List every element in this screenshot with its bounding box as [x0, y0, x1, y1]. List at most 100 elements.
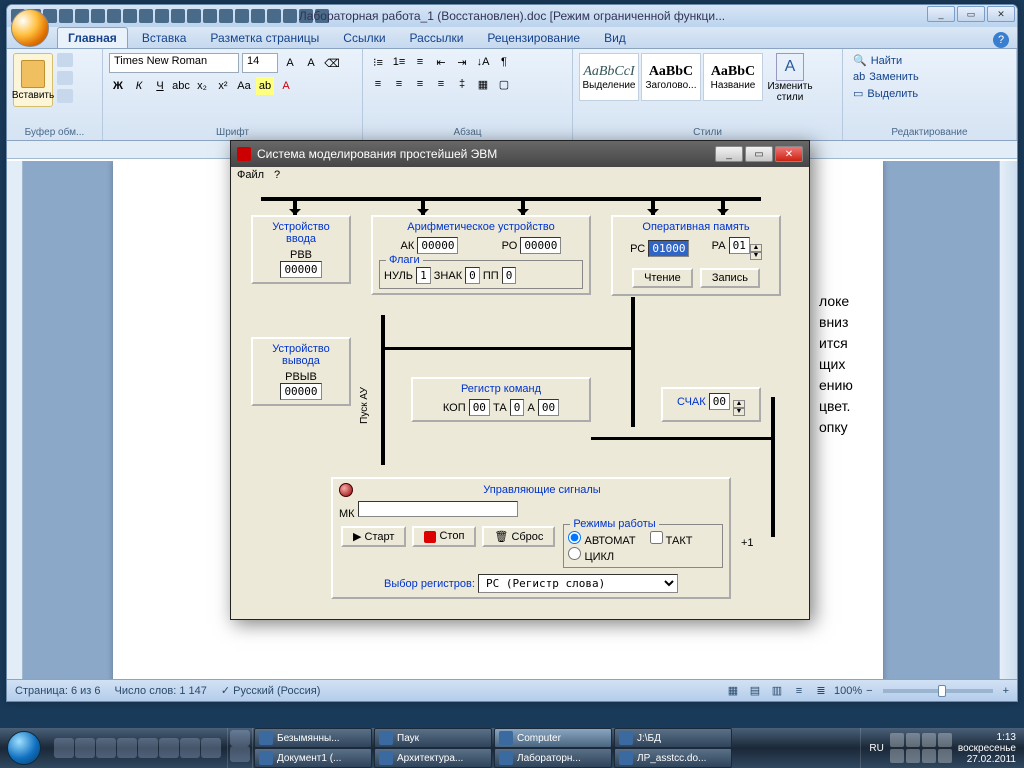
menu-file[interactable]: Файл [237, 169, 264, 185]
tray-volume-icon[interactable] [938, 749, 952, 763]
ta-register[interactable]: 0 [510, 399, 525, 416]
qat-icon[interactable] [107, 9, 121, 23]
vertical-ruler[interactable] [7, 161, 23, 679]
tab-references[interactable]: Ссылки [333, 28, 395, 48]
ro-register[interactable]: 00000 [520, 237, 561, 254]
qat-icon[interactable] [155, 9, 169, 23]
ql-icon[interactable] [201, 738, 221, 758]
replace-button[interactable]: abЗаменить [849, 70, 1010, 84]
qat-icon[interactable] [75, 9, 89, 23]
tab-layout[interactable]: Разметка страницы [200, 28, 329, 48]
tray-icon[interactable] [938, 733, 952, 747]
superscript-button[interactable]: x² [214, 77, 232, 95]
numbering-icon[interactable]: 1≡ [390, 53, 408, 71]
select-button[interactable]: ▭Выделить [849, 86, 1010, 101]
write-button[interactable]: Запись [700, 268, 760, 288]
ql-icon[interactable] [230, 746, 250, 762]
taskbar-clock[interactable]: 1:13 воскресенье 27.02.2011 [958, 732, 1016, 765]
find-button[interactable]: 🔍Найти [849, 53, 1010, 68]
copy-icon[interactable] [57, 71, 73, 85]
subscript-button[interactable]: x₂ [193, 77, 211, 95]
mode-takt-check[interactable]: ТАКТ [650, 531, 693, 563]
taskbar-app-button[interactable]: Лабораторн... [494, 748, 612, 768]
underline-button[interactable]: Ч [151, 77, 169, 95]
language-indicator[interactable]: RU [869, 743, 883, 754]
dialog-minimize-button[interactable]: _ [715, 146, 743, 162]
tab-home[interactable]: Главная [57, 27, 128, 48]
view-outline-icon[interactable]: ≡ [790, 682, 808, 700]
ql-icon[interactable] [96, 738, 116, 758]
ql-icon[interactable] [230, 730, 250, 746]
ql-icon[interactable] [159, 738, 179, 758]
show-marks-icon[interactable]: ¶ [495, 53, 513, 71]
qat-icon[interactable] [251, 9, 265, 23]
dialog-close-button[interactable]: ✕ [775, 146, 803, 162]
style-item[interactable]: AaBbCНазвание [703, 53, 763, 101]
close-button[interactable]: ✕ [987, 6, 1015, 22]
taskbar-app-button[interactable]: Архитектура... [374, 748, 492, 768]
borders-icon[interactable]: ▢ [495, 75, 513, 93]
taskbar-app-button[interactable]: Документ1 (... [254, 748, 372, 768]
ql-icon[interactable] [75, 738, 95, 758]
taskbar-app-button[interactable]: J:\БД [614, 728, 732, 748]
qat-icon[interactable] [283, 9, 297, 23]
shrink-font-icon[interactable]: A [302, 54, 320, 72]
dialog-maximize-button[interactable]: ▭ [745, 146, 773, 162]
vertical-scrollbar[interactable] [999, 161, 1017, 679]
mode-auto-radio[interactable]: АВТОМАТ [568, 535, 635, 547]
stop-button[interactable]: Стоп [412, 526, 476, 547]
taskbar-app-button[interactable]: Computer [494, 728, 612, 748]
qat-icon[interactable] [171, 9, 185, 23]
restore-button[interactable]: ▭ [957, 6, 985, 22]
justify-icon[interactable]: ≡ [432, 75, 450, 93]
taskbar-app-button[interactable]: Безымянны... [254, 728, 372, 748]
font-size-combo[interactable]: 14 [242, 53, 278, 73]
kop-register[interactable]: 00 [469, 399, 490, 416]
view-read-icon[interactable]: ▤ [746, 682, 764, 700]
ql-icon[interactable] [54, 738, 74, 758]
help-icon[interactable]: ? [993, 32, 1009, 48]
indent-dec-icon[interactable]: ⇤ [432, 53, 450, 71]
ra-register[interactable]: 01 [729, 237, 750, 254]
view-draft-icon[interactable]: ≣ [812, 682, 830, 700]
tray-icon[interactable] [890, 733, 904, 747]
qat-icon[interactable] [187, 9, 201, 23]
view-print-icon[interactable]: ▦ [724, 682, 742, 700]
qat-icon[interactable] [59, 9, 73, 23]
status-page[interactable]: Страница: 6 из 6 [15, 685, 101, 697]
start-button[interactable]: ▶ Старт [341, 526, 406, 547]
zoom-slider[interactable] [883, 689, 993, 693]
ra-spinner[interactable]: ▲▼ [750, 244, 762, 260]
change-case-button[interactable]: Aa [235, 77, 253, 95]
ql-icon[interactable] [138, 738, 158, 758]
ql-icon[interactable] [180, 738, 200, 758]
bullets-icon[interactable]: ⁝≡ [369, 53, 387, 71]
sign-flag[interactable]: 0 [465, 267, 480, 284]
strike-button[interactable]: abc [172, 77, 190, 95]
qat-icon[interactable] [235, 9, 249, 23]
align-left-icon[interactable]: ≡ [369, 75, 387, 93]
taskbar-app-button[interactable]: ЛР_asstcc.do... [614, 748, 732, 768]
schak-register[interactable]: 00 [709, 393, 730, 410]
align-right-icon[interactable]: ≡ [411, 75, 429, 93]
qat-icon[interactable] [139, 9, 153, 23]
tray-icon[interactable] [906, 733, 920, 747]
clear-format-icon[interactable]: ⌫ [323, 54, 341, 72]
ql-icon[interactable] [117, 738, 137, 758]
change-styles-button[interactable]: A Изменить стили [765, 53, 815, 103]
qat-icon[interactable] [123, 9, 137, 23]
rs-register[interactable]: 01000 [648, 240, 689, 257]
qat-icon[interactable] [203, 9, 217, 23]
minimize-button[interactable]: _ [927, 6, 955, 22]
align-center-icon[interactable]: ≡ [390, 75, 408, 93]
status-words[interactable]: Число слов: 1 147 [115, 685, 207, 697]
font-name-combo[interactable]: Times New Roman [109, 53, 239, 73]
schak-spinner[interactable]: ▲▼ [733, 400, 745, 416]
pp-flag[interactable]: 0 [502, 267, 517, 284]
a-register[interactable]: 00 [538, 399, 559, 416]
taskbar-app-button[interactable]: Паук [374, 728, 492, 748]
office-button[interactable] [11, 9, 49, 47]
tray-icon[interactable] [922, 749, 936, 763]
null-flag[interactable]: 1 [416, 267, 431, 284]
tray-icon[interactable] [890, 749, 904, 763]
